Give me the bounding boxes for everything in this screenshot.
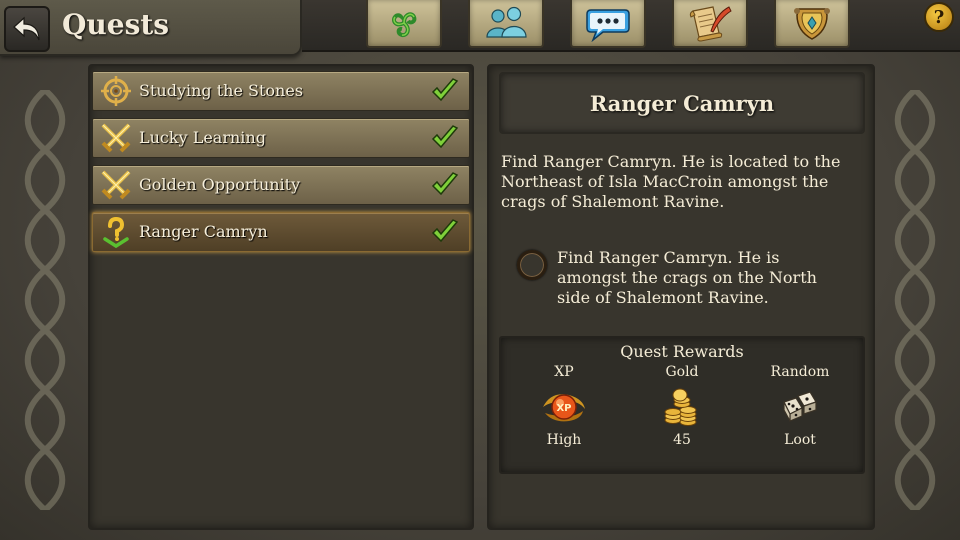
reward-value: Loot bbox=[784, 432, 816, 448]
quest-title-header: Ranger Camryn bbox=[499, 72, 865, 134]
reward-gold: Gold 45 bbox=[637, 364, 727, 448]
triskelion-icon bbox=[392, 12, 417, 38]
quest-row-ranger-camryn[interactable]: Ranger Camryn bbox=[92, 212, 470, 252]
objective-text: Find Ranger Camryn. He is amongst the cr… bbox=[557, 248, 817, 307]
quest-label: Lucky Learning bbox=[139, 128, 266, 147]
back-arrow-icon bbox=[13, 16, 40, 41]
svg-text:XP: XP bbox=[556, 403, 571, 414]
check-icon bbox=[431, 172, 459, 196]
tab-triskelion[interactable] bbox=[366, 0, 442, 48]
reward-value: High bbox=[546, 432, 582, 448]
question-mark-icon bbox=[103, 216, 129, 249]
reward-label: XP bbox=[554, 364, 574, 380]
quest-list-panel: Studying the Stones Lucky Learning Golde… bbox=[88, 64, 474, 530]
chat-icon bbox=[586, 9, 630, 42]
objective-status-ring-icon bbox=[517, 250, 547, 280]
quest-label: Studying the Stones bbox=[139, 81, 304, 100]
quest-title: Ranger Camryn bbox=[589, 90, 775, 116]
reward-xp: XP XP High bbox=[519, 364, 609, 448]
top-bar: Quests ? bbox=[0, 0, 960, 56]
celtic-knot-left-ornament bbox=[24, 90, 66, 510]
reward-label: Gold bbox=[665, 364, 699, 380]
gold-coins-icon bbox=[664, 388, 697, 426]
quest-description: Find Ranger Camryn. He is located to the… bbox=[501, 152, 841, 211]
compass-target-icon bbox=[101, 76, 131, 106]
quest-label: Ranger Camryn bbox=[139, 222, 268, 241]
quest-detail-panel: Ranger Camryn Find Ranger Camryn. He is … bbox=[487, 64, 875, 530]
guild-shield-icon bbox=[794, 8, 830, 40]
xp-orb-icon: XP bbox=[543, 394, 585, 422]
celtic-knot-right-ornament bbox=[894, 90, 936, 510]
quest-rewards-panel: Quest Rewards XP XP High Gold 45 Random … bbox=[499, 336, 865, 474]
check-icon bbox=[431, 78, 459, 102]
page-title: Quests bbox=[62, 8, 170, 41]
quest-label: Golden Opportunity bbox=[139, 175, 301, 194]
tabs-strip bbox=[302, 0, 960, 52]
tab-guild[interactable] bbox=[774, 0, 850, 48]
help-button[interactable]: ? bbox=[924, 2, 954, 32]
check-icon bbox=[431, 125, 459, 149]
friends-icon bbox=[486, 6, 527, 38]
quest-row-studying-the-stones[interactable]: Studying the Stones bbox=[92, 71, 470, 111]
reward-value: 45 bbox=[673, 432, 691, 448]
scroll-quill-icon bbox=[689, 6, 732, 42]
title-plate: Quests bbox=[0, 0, 302, 56]
tab-chat[interactable] bbox=[570, 0, 646, 48]
reward-label: Random bbox=[770, 364, 830, 380]
rewards-title: Quest Rewards bbox=[620, 342, 744, 361]
tab-journal[interactable] bbox=[672, 0, 748, 48]
reward-random: Random Loot bbox=[755, 364, 845, 448]
crossed-swords-icon bbox=[101, 170, 131, 200]
check-icon bbox=[431, 219, 459, 243]
quest-row-lucky-learning[interactable]: Lucky Learning bbox=[92, 118, 470, 158]
tab-friends[interactable] bbox=[468, 0, 544, 48]
dice-icon bbox=[783, 391, 817, 422]
crossed-swords-icon bbox=[101, 123, 131, 153]
quest-row-golden-opportunity[interactable]: Golden Opportunity bbox=[92, 165, 470, 205]
back-button[interactable] bbox=[4, 6, 50, 52]
